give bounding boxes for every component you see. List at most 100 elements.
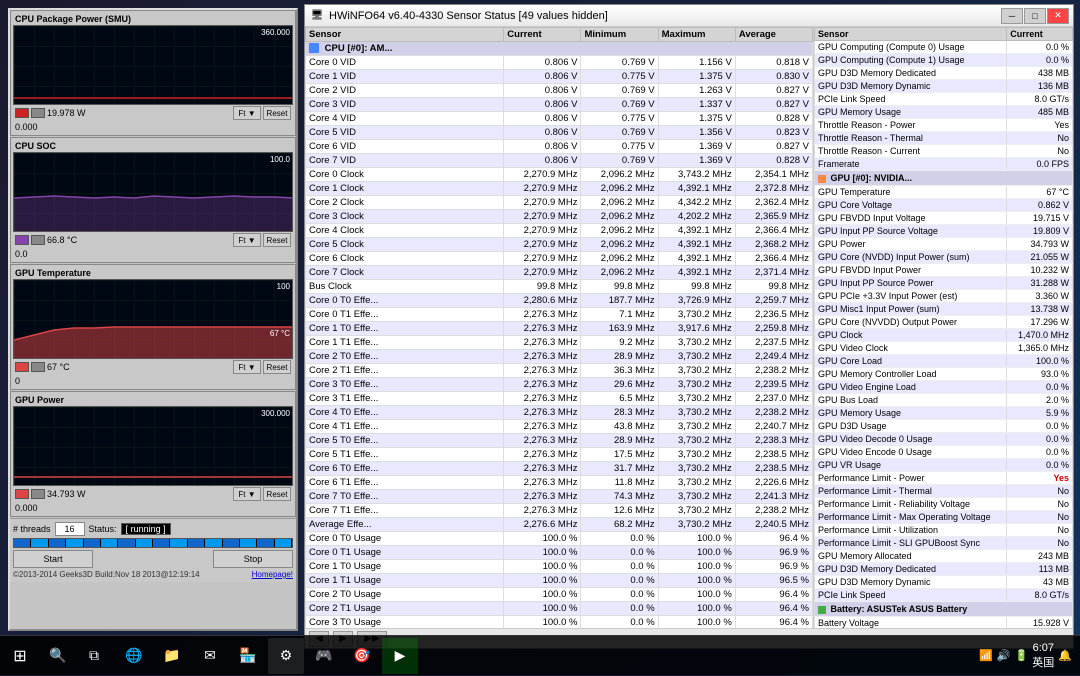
sensor-max: 100.0 % [658, 560, 735, 574]
right-table-row: GPU PCIe +3.3V Input Power (est) 3.360 W [815, 290, 1073, 303]
right-table-row: Battery Voltage 15.928 V [815, 617, 1073, 629]
progress-seg-14 [240, 539, 257, 547]
sensor-min: 74.3 MHz [581, 490, 658, 504]
taskbar-app4[interactable]: ▶ [382, 638, 418, 674]
progress-seg-4 [66, 539, 83, 547]
furmark-homepage[interactable]: Homepage! [252, 570, 293, 579]
table-row: Core 5 T1 Effe... 2,276.3 MHz 17.5 MHz 3… [306, 448, 813, 462]
start-button[interactable]: ⊞ [0, 636, 40, 676]
sensor-max: 3,730.2 MHz [658, 476, 735, 490]
cpu-soc-fit-btn[interactable]: Ft ▼ [233, 233, 261, 247]
right-sensor-name: GPU Video Decode 0 Usage [815, 433, 1007, 446]
right-table-row: GPU Video Clock 1,365.0 MHz [815, 342, 1073, 355]
sensor-min: 29.6 MHz [581, 378, 658, 392]
taskbar-ie[interactable]: 🌐 [116, 638, 152, 674]
right-sensor-name: GPU Input PP Source Voltage [815, 225, 1007, 238]
taskbar-time[interactable]: 6:07 英国 [1032, 641, 1054, 670]
sensor-avg: 2,366.4 MHz [735, 224, 812, 238]
taskbar-store[interactable]: 🏪 [230, 638, 266, 674]
sensor-current: 2,270.9 MHz [504, 168, 581, 182]
taskbar-search[interactable]: 🔍 [40, 638, 76, 674]
taskbar-mail[interactable]: ✉ [192, 638, 228, 674]
taskbar-explorer[interactable]: 📁 [154, 638, 190, 674]
sensor-name: Core 5 T0 Effe... [306, 434, 504, 448]
sensor-current: 2,276.3 MHz [504, 322, 581, 336]
threads-input[interactable] [55, 522, 85, 536]
right-sensor-name: Performance Limit - Utilization [815, 524, 1007, 537]
sensor-current: 2,276.3 MHz [504, 434, 581, 448]
cpu-soc-title: CPU SOC [13, 140, 293, 152]
gpu-power-fit-btn[interactable]: Ft ▼ [233, 487, 261, 501]
taskbar-notification[interactable]: 🔔 [1058, 649, 1072, 662]
start-button[interactable]: Start [13, 550, 93, 568]
sensor-min: 17.5 MHz [581, 448, 658, 462]
minimize-button[interactable]: ─ [1001, 8, 1023, 24]
sensor-max: 3,730.2 MHz [658, 504, 735, 518]
sensor-current: 2,276.3 MHz [504, 308, 581, 322]
right-sensor-current: No [1007, 132, 1073, 145]
close-button[interactable]: ✕ [1047, 8, 1069, 24]
table-row: Core 2 T0 Effe... 2,276.3 MHz 28.9 MHz 3… [306, 350, 813, 364]
cpu-power-reset-btn[interactable]: Reset [263, 106, 291, 120]
status-label: Status: [89, 524, 117, 534]
sensor-name: Core 2 VID [306, 84, 504, 98]
table-row: Core 7 T0 Effe... 2,276.3 MHz 74.3 MHz 3… [306, 490, 813, 504]
right-table-row: GPU Misc1 Input Power (sum) 13.738 W [815, 303, 1073, 316]
furmark-controls: # threads Status: [ running ] [10, 518, 296, 582]
cpu-power-value: 19.978 W [47, 108, 231, 118]
sensor-min: 12.6 MHz [581, 504, 658, 518]
right-sensor-value: 15.928 V [1007, 617, 1073, 629]
gpu-power-reset-btn[interactable]: Reset [263, 487, 291, 501]
sensor-min: 11.8 MHz [581, 476, 658, 490]
sensor-max: 4,392.1 MHz [658, 224, 735, 238]
right-sensor-value: 8.0 GT/s [1007, 589, 1073, 602]
sensor-current: 2,270.9 MHz [504, 224, 581, 238]
sensor-data-table: Sensor Current Minimum Maximum Average C… [305, 27, 813, 628]
maximize-button[interactable]: □ [1024, 8, 1046, 24]
sensor-current: 0.806 V [504, 84, 581, 98]
right-table-row: GPU Core (NVVDD) Output Power 17.296 W [815, 316, 1073, 329]
table-row: Core 7 VID 0.806 V 0.769 V 1.369 V 0.828… [306, 154, 813, 168]
sensor-avg: 96.4 % [735, 602, 812, 616]
sensor-name: Core 5 VID [306, 126, 504, 140]
taskbar-task-view[interactable]: ⧉ [76, 638, 112, 674]
right-sensor-value: 0.0 % [1007, 433, 1073, 446]
sensor-current: 2,276.3 MHz [504, 392, 581, 406]
right-sensor-current: 485 MB [1007, 106, 1073, 119]
sensor-avg: 2,362.4 MHz [735, 196, 812, 210]
right-table-row: PCIe Link Speed 8.0 GT/s [815, 589, 1073, 602]
right-group-icon [818, 606, 826, 614]
right-table-row: GPU Core Load 100.0 % [815, 355, 1073, 368]
taskbar-app3[interactable]: 🎯 [344, 638, 380, 674]
sensor-avg: 0.823 V [735, 126, 812, 140]
right-sensor-current: No [1007, 145, 1073, 158]
col-minimum: Minimum [581, 28, 658, 42]
sensor-avg: 96.4 % [735, 532, 812, 546]
sensor-current: 2,276.3 MHz [504, 364, 581, 378]
sensor-min: 2,096.2 MHz [581, 266, 658, 280]
taskbar-app1[interactable]: ⚙ [268, 638, 304, 674]
right-panel[interactable]: Sensor Current GPU Computing (Compute 0)… [813, 27, 1073, 628]
stop-button[interactable]: Stop [213, 550, 293, 568]
window-controls: ─ □ ✕ [1001, 8, 1069, 24]
gpu-temp-reset-btn[interactable]: Reset [263, 360, 291, 374]
sensor-current: 0.806 V [504, 98, 581, 112]
cpu-soc-reset-btn[interactable]: Reset [263, 233, 291, 247]
cpu-power-fit-btn[interactable]: Ft ▼ [233, 106, 261, 120]
sensor-max: 3,917.6 MHz [658, 322, 735, 336]
taskbar-app2[interactable]: 🎮 [306, 638, 342, 674]
right-sensor-value: 1,365.0 MHz [1007, 342, 1073, 355]
sensor-name: Core 1 T1 Usage [306, 574, 504, 588]
sensor-max: 3,730.2 MHz [658, 336, 735, 350]
right-table-row: GPU Bus Load 2.0 % [815, 394, 1073, 407]
right-sensor-name: Performance Limit - SLI GPUBoost Sync [815, 537, 1007, 550]
sensor-max: 3,730.2 MHz [658, 434, 735, 448]
right-sensor-name: GPU D3D Memory Dedicated [815, 563, 1007, 576]
gpu-temp-fit-btn[interactable]: Ft ▼ [233, 360, 261, 374]
sensor-table-left[interactable]: Sensor Current Minimum Maximum Average C… [305, 27, 813, 628]
right-sensor-name: Throttle Reason - Power [815, 119, 1007, 132]
sensor-min: 2,096.2 MHz [581, 224, 658, 238]
sensor-max: 4,342.2 MHz [658, 196, 735, 210]
table-row: Core 2 VID 0.806 V 0.769 V 1.263 V 0.827… [306, 84, 813, 98]
sensor-group-header: CPU [#0]: AM... [306, 42, 813, 56]
